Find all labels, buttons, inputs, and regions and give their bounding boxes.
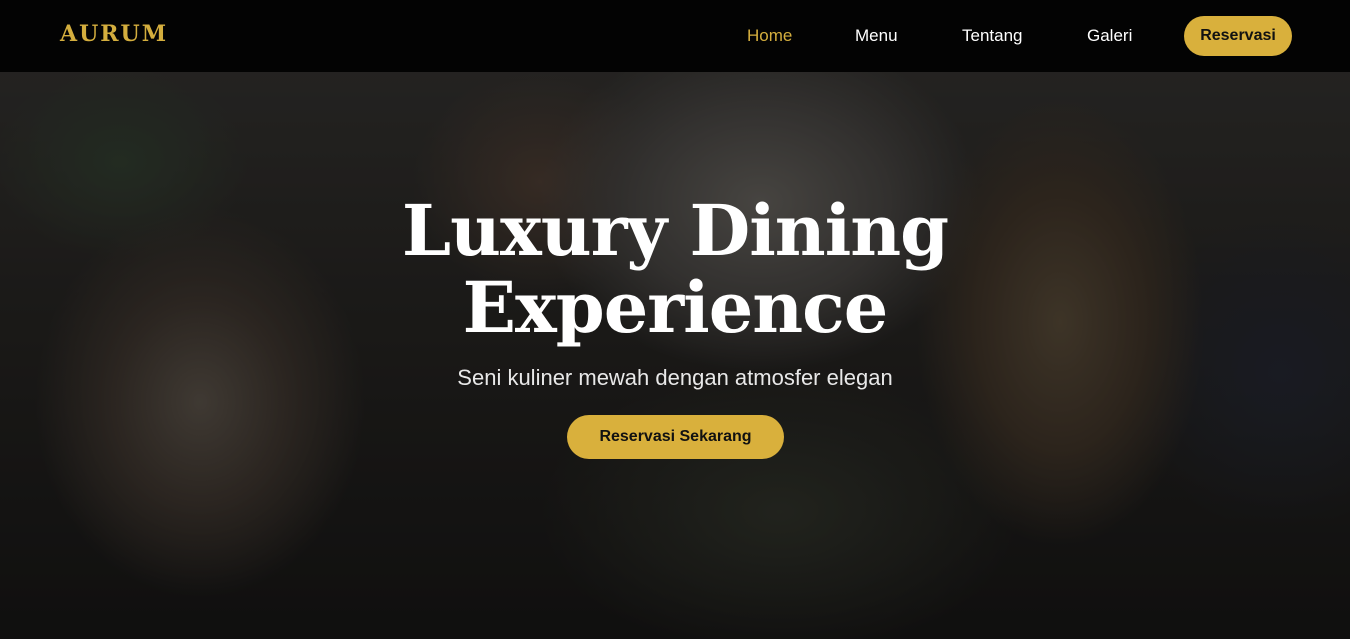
- hero-title: Luxury Dining Experience: [0, 192, 1350, 346]
- reservasi-sekarang-button[interactable]: Reservasi Sekarang: [567, 415, 784, 459]
- hero-subtitle: Seni kuliner mewah dengan atmosfer elega…: [457, 365, 893, 390]
- reservasi-button[interactable]: Reservasi: [1184, 16, 1292, 56]
- hero-title-line-1: Luxury Dining: [401, 189, 949, 272]
- nav-link-tentang[interactable]: Tentang: [962, 26, 1023, 46]
- hero-content: Luxury Dining Experience Seni kuliner me…: [0, 72, 1350, 639]
- nav-link-menu[interactable]: Menu: [855, 26, 898, 46]
- nav-link-galeri[interactable]: Galeri: [1087, 26, 1132, 46]
- brand-logo[interactable]: AURUM: [60, 21, 168, 47]
- hero-section: Luxury Dining Experience Seni kuliner me…: [0, 72, 1350, 639]
- nav-link-home[interactable]: Home: [747, 26, 792, 46]
- hero-title-line-2: Experience: [462, 266, 889, 349]
- navbar: AURUM Home Menu Tentang Galeri Reservasi: [0, 0, 1350, 72]
